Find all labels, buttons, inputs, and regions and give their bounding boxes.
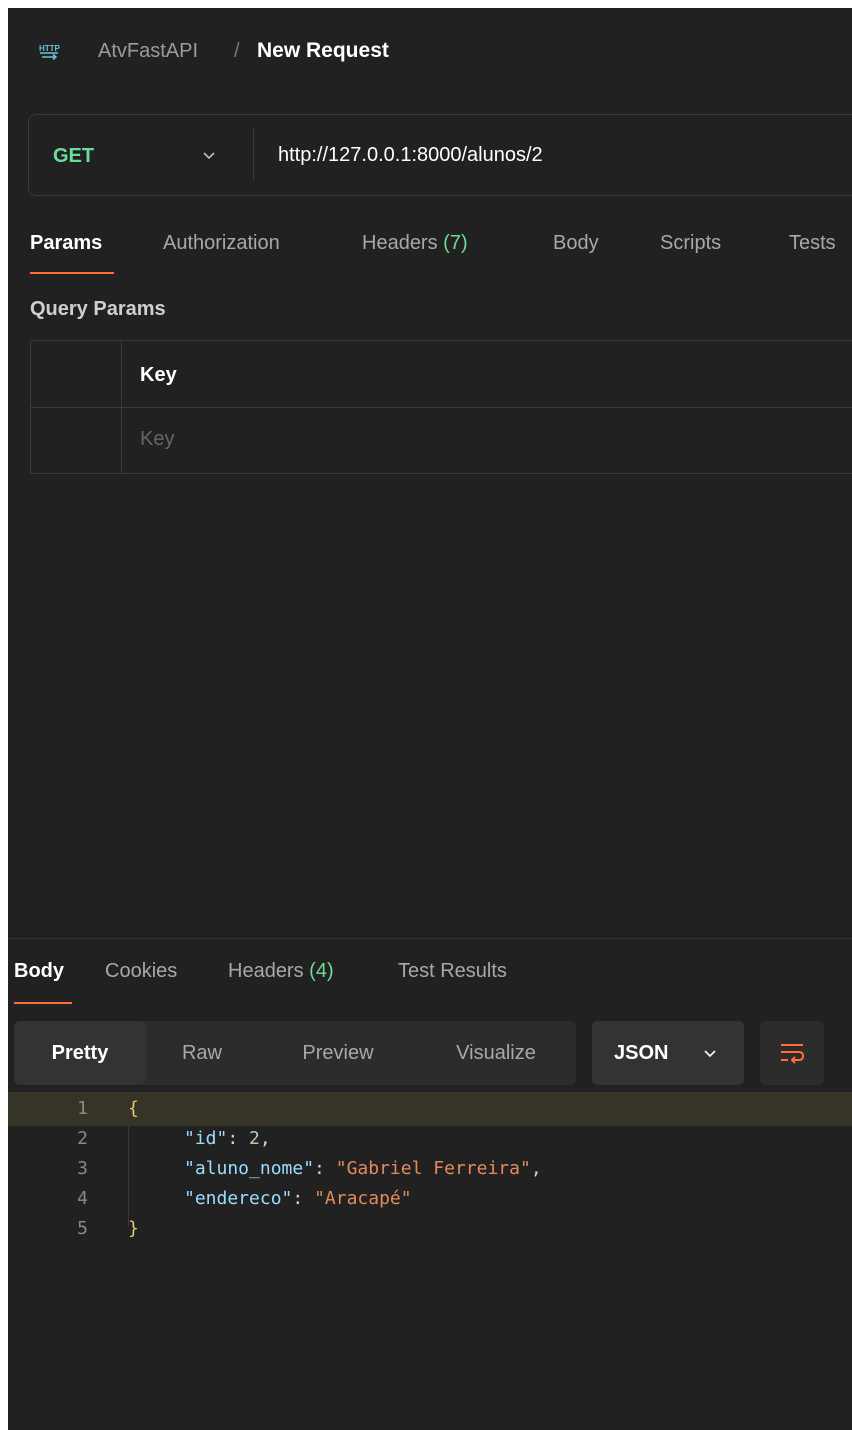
response-tab-body[interactable]: Body bbox=[14, 960, 64, 983]
indent-guide bbox=[128, 1126, 129, 1226]
chevron-down-icon bbox=[704, 1050, 716, 1058]
tab-active-indicator bbox=[30, 272, 114, 274]
json-value: "Gabriel Ferreira" bbox=[335, 1158, 531, 1179]
view-visualize-button[interactable]: Visualize bbox=[428, 1021, 564, 1085]
headers-count-badge: (7) bbox=[443, 232, 468, 254]
json-field: "id": 2, bbox=[184, 1128, 271, 1149]
tab-tests[interactable]: Tests bbox=[789, 232, 836, 255]
line-number: 3 bbox=[77, 1158, 88, 1179]
json-open-brace: { bbox=[128, 1098, 139, 1119]
code-line: 5 } bbox=[8, 1212, 852, 1246]
line-number: 4 bbox=[77, 1188, 88, 1209]
json-value: "Aracapé" bbox=[314, 1188, 412, 1209]
response-tab-headers[interactable]: Headers (4) bbox=[228, 960, 334, 983]
json-key: "endereco" bbox=[184, 1188, 293, 1209]
line-number: 2 bbox=[77, 1128, 88, 1149]
method-select[interactable]: GET bbox=[53, 145, 94, 168]
view-preview-button[interactable]: Preview bbox=[278, 1021, 398, 1085]
wrap-lines-button[interactable] bbox=[760, 1021, 824, 1085]
format-select[interactable]: JSON bbox=[592, 1021, 744, 1085]
svg-text:HTTP: HTTP bbox=[39, 44, 60, 53]
code-line: 3 "aluno_nome": "Gabriel Ferreira", bbox=[8, 1152, 852, 1186]
query-params-table: Key bbox=[30, 340, 852, 474]
json-key: "aluno_nome" bbox=[184, 1158, 315, 1179]
app-window: HTTP AtvFastAPI / New Request GET Params… bbox=[8, 8, 852, 1430]
format-label: JSON bbox=[614, 1042, 669, 1064]
json-field: "aluno_nome": "Gabriel Ferreira", bbox=[184, 1158, 542, 1179]
tab-authorization[interactable]: Authorization bbox=[163, 232, 280, 255]
json-comma: , bbox=[530, 1158, 542, 1179]
response-tab-cookies[interactable]: Cookies bbox=[105, 960, 177, 983]
param-key-input[interactable] bbox=[140, 425, 740, 453]
view-raw-button[interactable]: Raw bbox=[146, 1021, 258, 1085]
json-colon: : bbox=[292, 1188, 315, 1209]
line-number: 1 bbox=[77, 1098, 88, 1119]
json-value: 2 bbox=[249, 1128, 260, 1149]
url-input[interactable] bbox=[278, 141, 838, 169]
breadcrumb-collection[interactable]: AtvFastAPI bbox=[98, 40, 198, 63]
code-line: 4 "endereco": "Aracapé" bbox=[8, 1182, 852, 1216]
request-title[interactable]: New Request bbox=[257, 39, 389, 63]
response-view-modes: Pretty Raw Preview Visualize bbox=[14, 1021, 576, 1085]
json-close-brace: } bbox=[128, 1218, 139, 1239]
tab-headers[interactable]: Headers (7) bbox=[362, 232, 468, 255]
response-tab-active-indicator bbox=[14, 1002, 72, 1004]
response-divider[interactable] bbox=[8, 938, 852, 939]
json-field: "endereco": "Aracapé" bbox=[184, 1188, 412, 1209]
wrap-lines-icon bbox=[781, 1044, 805, 1064]
tab-params[interactable]: Params bbox=[30, 232, 102, 255]
breadcrumb-separator: / bbox=[234, 40, 240, 62]
request-tabs: Params Authorization Headers (7) Body Sc… bbox=[8, 220, 852, 280]
tab-scripts[interactable]: Scripts bbox=[660, 232, 721, 255]
json-colon: : bbox=[227, 1128, 250, 1149]
code-line: 2 "id": 2, bbox=[8, 1122, 852, 1156]
json-comma: , bbox=[259, 1128, 271, 1149]
response-tab-test-results[interactable]: Test Results bbox=[398, 960, 507, 983]
tab-headers-label: Headers bbox=[362, 232, 438, 254]
json-colon: : bbox=[314, 1158, 336, 1179]
url-bar: GET bbox=[28, 114, 852, 196]
response-tab-headers-label: Headers bbox=[228, 960, 304, 982]
chevron-down-icon[interactable] bbox=[199, 145, 219, 165]
http-icon: HTTP bbox=[39, 44, 60, 61]
query-params-title: Query Params bbox=[30, 298, 166, 320]
code-line: 1 { bbox=[8, 1092, 852, 1126]
request-header: HTTP AtvFastAPI / New Request bbox=[8, 8, 852, 98]
response-headers-count-badge: (4) bbox=[309, 960, 334, 982]
view-pretty-button[interactable]: Pretty bbox=[14, 1021, 146, 1085]
key-column-header: Key bbox=[140, 364, 177, 386]
table-row-divider bbox=[31, 407, 852, 408]
tab-body[interactable]: Body bbox=[553, 232, 599, 255]
url-divider bbox=[253, 129, 254, 181]
json-key: "id" bbox=[184, 1128, 228, 1149]
line-number: 5 bbox=[77, 1218, 88, 1239]
